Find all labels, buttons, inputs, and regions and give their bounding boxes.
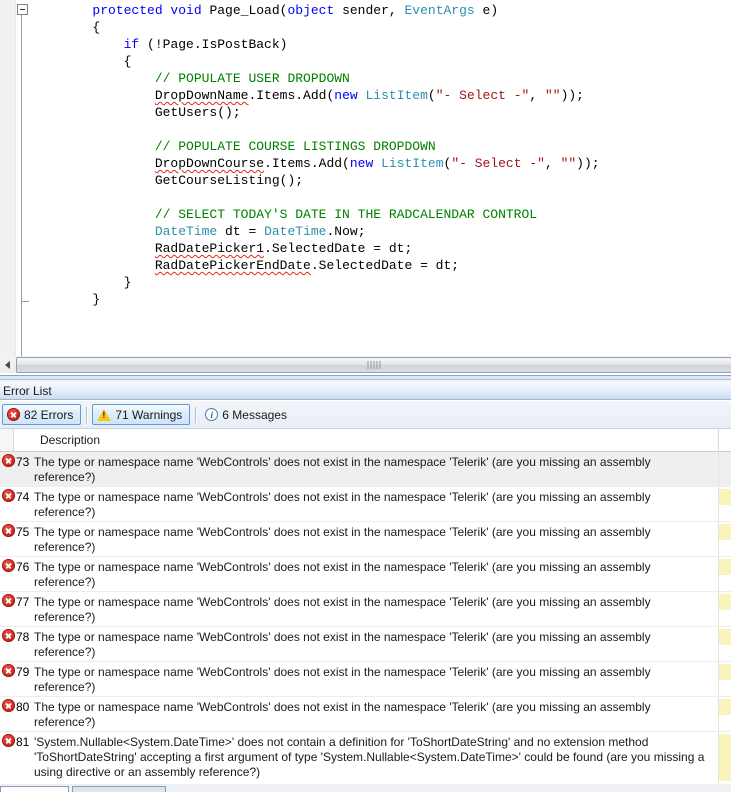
breakpoint-margin[interactable] xyxy=(0,0,16,356)
errors-count-label: 82 Errors xyxy=(24,407,74,422)
pane-splitter[interactable] xyxy=(0,373,731,382)
ide-window: protected void Page_Load(object sender, … xyxy=(0,0,731,792)
info-icon: i xyxy=(205,408,219,421)
error-description: The type or namespace name 'WebControls'… xyxy=(34,595,651,624)
error-number: 73 xyxy=(16,455,30,469)
code-line: { xyxy=(30,54,132,69)
error-description: The type or namespace name 'WebControls'… xyxy=(34,490,651,519)
code-fold-line xyxy=(21,13,22,356)
warnings-count-label: 71 Warnings xyxy=(115,407,183,422)
error-icon xyxy=(2,734,15,747)
error-icon xyxy=(2,629,15,642)
toolbar-separator xyxy=(86,406,88,423)
error-number: 75 xyxy=(16,525,30,539)
error-number: 81 xyxy=(16,735,30,749)
scrollbar-thumb[interactable] xyxy=(16,357,731,373)
scrollbar-grip-icon xyxy=(367,361,381,369)
file-column-cell xyxy=(719,699,731,715)
code-line: RadDatePicker1.SelectedDate = dt; xyxy=(154,241,413,256)
error-row[interactable]: 74 The type or namespace name 'WebControl… xyxy=(0,487,731,522)
errors-toggle-button[interactable]: 82 Errors xyxy=(2,404,82,425)
error-row[interactable]: 78 The type or namespace name 'WebControl… xyxy=(0,627,731,662)
file-column-cell xyxy=(719,454,731,470)
code-line: RadDatePickerEndDate.SelectedDate = dt; xyxy=(154,258,460,273)
code-line: // POPULATE USER DROPDOWN xyxy=(154,71,350,86)
error-icon xyxy=(7,408,20,421)
code-line: } xyxy=(30,275,132,290)
code-line: protected void Page_Load(object sender, … xyxy=(92,3,499,18)
warnings-toggle-button[interactable]: 71 Warnings xyxy=(92,404,191,425)
tool-window-tabstrip: Error ListFind Results 1 xyxy=(0,785,731,792)
warning-icon xyxy=(97,408,112,421)
messages-toggle-button[interactable]: i 6 Messages xyxy=(201,404,294,425)
error-list-title-bar[interactable]: Error List xyxy=(0,382,731,400)
scroll-left-button[interactable] xyxy=(0,356,15,373)
error-row[interactable]: 75 The type or namespace name 'WebControl… xyxy=(0,522,731,557)
error-number: 79 xyxy=(16,665,30,679)
error-description: The type or namespace name 'WebControls'… xyxy=(34,560,651,589)
error-list-toolbar: 82 Errors 71 Warnings i 6 Messages xyxy=(0,401,731,429)
messages-count-label: 6 Messages xyxy=(222,407,287,422)
file-column-cell xyxy=(719,664,731,680)
error-icon xyxy=(2,594,15,607)
code-line: { xyxy=(30,20,101,35)
collapse-region-icon[interactable] xyxy=(17,4,28,15)
error-description: The type or namespace name 'WebControls'… xyxy=(34,665,651,694)
file-column-cell xyxy=(719,629,731,645)
code-line: // POPULATE COURSE LISTINGS DROPDOWN xyxy=(154,139,436,154)
error-row[interactable]: 79 The type or namespace name 'WebControl… xyxy=(0,662,731,697)
error-row[interactable]: 81 'System.Nullable<System.DateTime>' doe… xyxy=(0,732,731,785)
error-icon xyxy=(2,559,15,572)
error-number: 74 xyxy=(16,490,30,504)
code-line: if (!Page.IsPostBack) xyxy=(123,37,288,52)
error-number: 77 xyxy=(16,595,30,609)
error-description: The type or namespace name 'WebControls'… xyxy=(34,525,651,554)
file-column-cell xyxy=(719,489,731,505)
error-icon xyxy=(2,454,15,467)
error-row[interactable]: 76 The type or namespace name 'WebControl… xyxy=(0,557,731,592)
file-column-cell xyxy=(719,594,731,610)
tab-find-results-1[interactable]: Find Results 1 xyxy=(72,786,167,792)
file-column-cell xyxy=(719,524,731,540)
error-description: The type or namespace name 'WebControls'… xyxy=(34,630,651,659)
code-line: DropDownName.Items.Add(new ListItem("- S… xyxy=(154,88,584,103)
file-column-cell xyxy=(719,559,731,575)
error-grid-header: Description xyxy=(0,429,731,452)
error-icon xyxy=(2,664,15,677)
code-editor[interactable]: protected void Page_Load(object sender, … xyxy=(0,0,731,356)
error-description: 'System.Nullable<System.DateTime>' does … xyxy=(34,735,705,779)
error-row[interactable]: 80 The type or namespace name 'WebControl… xyxy=(0,697,731,732)
tab-error-list[interactable]: Error List xyxy=(0,786,69,792)
error-number: 80 xyxy=(16,700,30,714)
description-column-header[interactable]: Description xyxy=(40,433,100,447)
error-description: The type or namespace name 'WebControls'… xyxy=(34,700,651,729)
error-description: The type or namespace name 'WebControls'… xyxy=(34,455,651,484)
icon-column-header[interactable] xyxy=(0,429,14,451)
error-number: 76 xyxy=(16,560,30,574)
error-row[interactable]: 73 The type or namespace name 'WebControl… xyxy=(0,452,731,487)
error-row[interactable]: 77 The type or namespace name 'WebControl… xyxy=(0,592,731,627)
code-line: DateTime dt = DateTime.Now; xyxy=(154,224,366,239)
file-column-cell xyxy=(719,734,731,781)
column-divider[interactable] xyxy=(718,429,719,451)
toolbar-separator xyxy=(195,406,197,423)
error-icon xyxy=(2,524,15,537)
error-number: 78 xyxy=(16,630,30,644)
horizontal-scrollbar[interactable] xyxy=(0,356,731,373)
code-line: } xyxy=(30,292,101,307)
code-line: GetCourseListing(); xyxy=(30,173,304,188)
error-rows: 73 The type or namespace name 'WebControl… xyxy=(0,452,731,785)
left-arrow-icon xyxy=(5,360,10,369)
code-line: GetUsers(); xyxy=(30,105,241,120)
code-line: // SELECT TODAY'S DATE IN THE RADCALENDA… xyxy=(154,207,538,222)
error-icon xyxy=(2,489,15,502)
error-icon xyxy=(2,699,15,712)
code-block[interactable]: protected void Page_Load(object sender, … xyxy=(30,0,600,308)
panel-title-label: Error List xyxy=(3,384,52,398)
code-line: DropDownCourse.Items.Add(new ListItem("-… xyxy=(154,156,600,171)
fold-end-tick xyxy=(22,301,29,302)
